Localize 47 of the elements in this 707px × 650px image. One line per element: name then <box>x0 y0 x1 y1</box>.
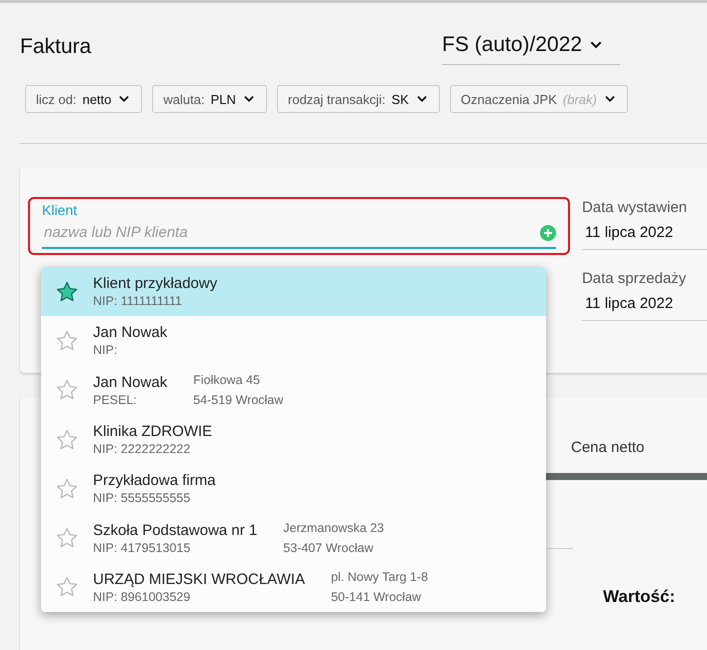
client-id: NIP: 4179513015 <box>93 540 192 555</box>
date-label: Data wystawien <box>582 199 688 216</box>
client-name: Jan Nowak <box>93 374 168 391</box>
client-option[interactable]: Klinika ZDROWIE NIP: 2222222222 <box>41 414 546 464</box>
add-icon[interactable] <box>540 224 556 240</box>
client-option[interactable]: Jan Nowak NIP: <box>41 316 546 366</box>
client-search-field[interactable]: nazwa lub NIP klienta <box>42 224 540 241</box>
client-name: Przykładowa firma <box>93 472 216 490</box>
client-name: Klinika ZDROWIE <box>93 423 212 440</box>
client-option[interactable]: URZĄD MIEJSKI WROCŁAWIA NIP: 8961003529 pl. Nowy Targ 1-8 50-141 Wrocław <box>41 562 546 612</box>
star-icon[interactable] <box>55 428 79 452</box>
client-name: Szkoła Podstawowa nr 1 <box>93 522 258 539</box>
star-icon[interactable] <box>55 280 79 304</box>
column-header: Cena netto <box>571 439 646 456</box>
filter-dropdown[interactable]: licz od: netto <box>25 85 142 113</box>
client-address: 53-407 Wrocław <box>283 541 374 556</box>
client-option[interactable]: Jan Nowak PESEL: Fiołkowa 45 54-519 Wrocław <box>41 366 546 415</box>
client-option[interactable]: Przykładowa firma NIP: 5555555555 <box>41 464 546 514</box>
date-field[interactable]: 11 lipca 2022 <box>582 287 707 321</box>
client-field[interactable]: nazwa lub NIP klienta <box>42 218 556 249</box>
filter-dropdown[interactable]: Oznaczenia JPK (brak) <box>450 85 628 113</box>
client-address: pl. Nowy Targ 1-8 <box>330 570 428 584</box>
client-address: 50-141 Wrocław <box>330 590 422 604</box>
client-id: NIP: 1111111111 <box>93 294 183 308</box>
client-id: NIP: 8961003529 <box>93 590 192 604</box>
client-option[interactable]: Szkoła Podstawowa nr 1 NIP: 4179513015 Jerzmanowska 23 53-407 Wrocław <box>41 513 546 563</box>
client-id: PESEL: <box>93 392 138 407</box>
filter-dropdown[interactable]: waluta: PLN <box>152 85 267 113</box>
total-label: Wartość: <box>603 587 676 607</box>
client-option[interactable]: Klient przykładowy NIP: 1111111111 <box>41 267 546 316</box>
client-name: URZĄD MIEJSKI WROCŁAWIA <box>93 570 305 588</box>
client-address: 54-519 Wrocław <box>193 393 284 408</box>
star-icon[interactable] <box>55 476 79 501</box>
date-field[interactable]: 11 lipca 2022 <box>582 216 707 250</box>
client-name: Klient przykładowy <box>93 275 218 292</box>
client-name: Jan Nowak <box>93 324 168 342</box>
client-id: NIP: 5555555555 <box>93 491 192 506</box>
star-icon[interactable] <box>55 328 79 353</box>
date-label: Data sprzedaży <box>582 270 688 287</box>
client-id: NIP: 2222222222 <box>93 442 192 456</box>
field-label: Klient <box>42 202 78 218</box>
page-title: Faktura <box>20 35 92 59</box>
client-address: Jerzmanowska 23 <box>283 521 384 536</box>
client-id: NIP: <box>93 343 118 358</box>
client-address: Fiołkowa 45 <box>193 373 261 388</box>
invoice-number-dropdown[interactable]: FS (auto)/2022 <box>442 31 620 65</box>
filter-dropdown[interactable]: rodzaj transakcji: SK <box>276 85 440 113</box>
